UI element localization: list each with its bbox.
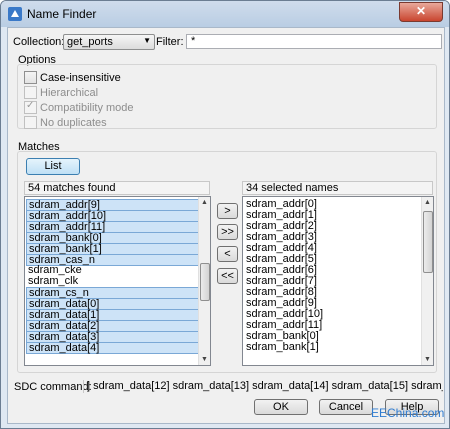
chevron-down-icon: ▼ — [143, 36, 151, 45]
dialog-body: Collection: get_ports ▼ Filter: * Option… — [7, 27, 445, 424]
add-all-button[interactable]: >> — [217, 224, 238, 240]
selected-names-header: 34 selected names — [242, 181, 433, 195]
cancel-button[interactable]: Cancel — [319, 399, 373, 415]
ok-button[interactable]: OK — [254, 399, 308, 415]
collection-label: Collection: — [13, 36, 65, 48]
window-title: Name Finder — [27, 7, 97, 21]
remove-all-button[interactable]: << — [217, 268, 238, 284]
collection-value: get_ports — [67, 36, 113, 48]
app-icon — [8, 7, 22, 21]
case-insensitive-checkbox[interactable] — [24, 71, 37, 84]
list-item[interactable]: sdram_bank[1] — [244, 342, 432, 353]
found-scrollbar[interactable]: ▲ ▼ — [198, 197, 210, 365]
compatibility-mode-label: Compatibility mode — [40, 102, 134, 114]
selected-scrollbar[interactable]: ▲ ▼ — [421, 197, 433, 365]
check-icon: ✓ — [26, 100, 35, 111]
sdc-command-field[interactable]: ] sdram_data[12] sdram_data[13] sdram_da… — [83, 380, 443, 393]
add-button[interactable]: > — [217, 203, 238, 219]
list-button[interactable]: List — [26, 158, 80, 175]
scroll-down-icon[interactable]: ▼ — [422, 354, 433, 365]
title-bar[interactable]: Name Finder ✕ — [1, 1, 449, 27]
compatibility-mode-checkbox[interactable]: ✓ — [24, 100, 37, 114]
sdc-command-label: SDC command: — [14, 381, 92, 393]
matches-found-header: 54 matches found — [24, 181, 210, 195]
no-duplicates-label: No duplicates — [40, 117, 107, 129]
scroll-up-icon[interactable]: ▲ — [422, 197, 433, 208]
watermark: EEChina.com — [371, 406, 445, 420]
hierarchical-checkbox[interactable] — [24, 86, 37, 99]
scroll-up-icon[interactable]: ▲ — [199, 197, 210, 208]
filter-input[interactable]: * — [186, 34, 442, 49]
collection-select[interactable]: get_ports ▼ — [63, 34, 155, 50]
no-duplicates-checkbox[interactable] — [24, 116, 37, 129]
scroll-thumb[interactable] — [200, 263, 210, 301]
case-insensitive-label: Case-insensitive — [40, 72, 121, 84]
list-item[interactable]: sdram_clk — [26, 276, 209, 287]
remove-button[interactable]: < — [217, 246, 238, 262]
list-item[interactable]: sdram_data[4] — [26, 342, 209, 354]
name-finder-window: Name Finder ✕ Collection: get_ports ▼ Fi… — [0, 0, 450, 429]
scroll-thumb[interactable] — [423, 211, 433, 273]
scroll-down-icon[interactable]: ▼ — [199, 354, 210, 365]
matches-found-list[interactable]: sdram_addr[9] sdram_addr[10] sdram_addr[11… — [24, 196, 211, 366]
selected-names-rows: sdram_addr[0] sdram_addr[1] sdram_addr[2] s… — [243, 197, 433, 353]
selected-names-list[interactable]: sdram_addr[0] sdram_addr[1] sdram_addr[2] s… — [242, 196, 434, 366]
hierarchical-label: Hierarchical — [40, 87, 99, 99]
matches-found-rows: sdram_addr[9] sdram_addr[10] sdram_addr[11… — [25, 197, 210, 354]
filter-label: Filter: — [156, 36, 184, 48]
close-button[interactable]: ✕ — [399, 2, 443, 22]
